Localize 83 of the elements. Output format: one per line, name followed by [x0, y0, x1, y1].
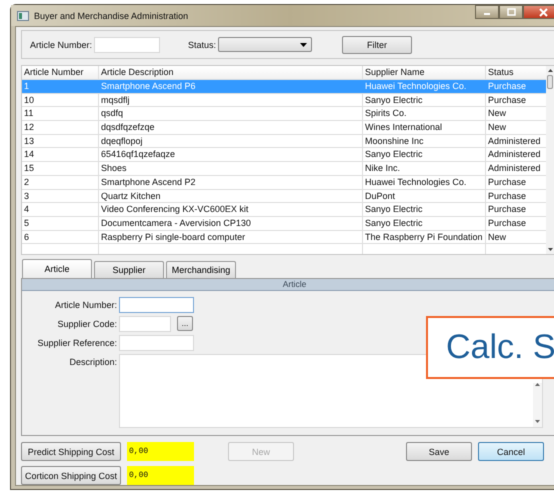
table-cell-text: Purchase	[487, 80, 528, 93]
browse-button[interactable]: ...	[177, 316, 193, 331]
table-cell: 2	[22, 176, 99, 188]
table-cell-text: New	[487, 107, 508, 120]
table-cell: Sanyo Electric	[363, 203, 486, 216]
table-row[interactable]: 3 Quartz Kitchen DuPont Purchase	[22, 190, 546, 204]
table-cell: Video Conferencing KX-VC600EX kit	[99, 203, 363, 216]
table-cell-text: Purchase	[487, 176, 528, 188]
table-row[interactable]: 14 65416qf1qzefaqze Sanyo Electric Administered	[22, 148, 546, 162]
table-row[interactable]: 11 qsdfq Spirits Co. New	[22, 107, 546, 122]
table-cell: Raspberry Pi single-board computer	[99, 230, 363, 244]
field-label: Article Number:	[30, 40, 92, 50]
table-cell: 13	[22, 134, 99, 148]
table-cell: Sanyo Electric	[363, 148, 486, 162]
column-header[interactable]: Article Number	[22, 66, 99, 79]
tab[interactable]: Merchandising	[166, 261, 236, 278]
table-cell: 6	[22, 230, 99, 244]
table-cell: 15	[22, 162, 99, 175]
table-cell: Nike Inc.	[363, 162, 486, 175]
table-cell: Wines International	[363, 121, 486, 134]
table-cell: DuPont	[363, 190, 486, 202]
table-cell: The Raspberry Pi Foundation	[363, 230, 486, 244]
table-cell-text: Administered	[487, 134, 542, 148]
action-button[interactable]: Save	[406, 442, 472, 461]
table-cell-text: Administered	[487, 148, 542, 162]
table-cell-text: New	[487, 121, 508, 134]
table-row[interactable]: 12 dqsdfqzefzqe Wines International New	[22, 121, 546, 135]
table-cell-text: Purchase	[487, 94, 528, 106]
cost-value-field: 0,00	[127, 442, 194, 461]
table-cell-text: Purchase	[487, 203, 528, 216]
table-cell: Sanyo Electric	[363, 94, 486, 106]
table-cell: 1	[22, 80, 99, 93]
table-cell-text: Administered	[487, 162, 542, 175]
table-cell: 12	[22, 121, 99, 134]
table-cell: 4	[22, 203, 99, 216]
table-cell: Documentcamera - Avervision CP130	[99, 216, 363, 230]
tab[interactable]: Article	[22, 259, 92, 278]
table-cell: Huawei Technologies Co.	[363, 80, 486, 93]
table-cell: Moonshine Inc	[363, 134, 486, 148]
table-cell: 5	[22, 216, 99, 230]
table-cell: Shoes	[99, 162, 363, 175]
field-label: Supplier Reference:	[36, 337, 118, 350]
table-cell: 11	[22, 107, 99, 120]
table-cell: Huawei Technologies Co.	[363, 176, 486, 188]
shipping-cost-button[interactable]: Corticon Shipping Cost	[21, 466, 121, 485]
table-row[interactable]: 10 mqsdflj Sanyo Electric Purchase	[22, 94, 546, 108]
table-cell: dqeqflopoj	[99, 134, 363, 148]
table-row[interactable]: 5 Documentcamera - Avervision CP130 Sanyo Electric Purchase	[22, 216, 546, 231]
field-label: Article Number:	[54, 299, 118, 312]
panel-header: Article	[22, 279, 554, 291]
table-cell: qsdfq	[99, 107, 363, 120]
table-cell-text: Purchase	[487, 216, 528, 230]
table-cell: 3	[22, 190, 99, 202]
table-row[interactable]: 15 Shoes Nike Inc. Administered	[22, 162, 546, 176]
table-cell: mqsdflj	[99, 94, 363, 106]
filter-button[interactable]: Filter	[342, 36, 412, 54]
table-cell: Quartz Kitchen	[99, 190, 363, 202]
table-cell: 14	[22, 148, 99, 162]
table-cell: Smartphone Ascend P2	[99, 176, 363, 188]
table-cell-text: Purchase	[487, 190, 528, 202]
table-cell: Spirits Co.	[363, 107, 486, 120]
shipping-cost-button[interactable]: Predict Shipping Cost	[21, 442, 121, 461]
table-cell-text: New	[487, 230, 508, 244]
window-title: Buyer and Merchandise Administration	[34, 10, 188, 20]
table-cell: Sanyo Electric	[363, 216, 486, 230]
column-header[interactable]: Status	[486, 66, 546, 79]
column-header[interactable]: Article Description	[99, 66, 363, 79]
callout-text: Calc. S	[446, 328, 554, 367]
table-cell: 65416qf1qzefaqze	[99, 148, 363, 162]
action-button[interactable]: Cancel	[478, 442, 544, 461]
table-cell: 10	[22, 94, 99, 106]
field-label: Description:	[68, 356, 118, 369]
tab[interactable]: Supplier	[94, 261, 164, 278]
column-header[interactable]: Supplier Name	[363, 66, 486, 79]
table-row[interactable]: 2 Smartphone Ascend P2 Huawei Technologies Co. Purchase	[22, 176, 546, 190]
table-row[interactable]: 4 Video Conferencing KX-VC600EX kit Sanyo Electric Purchase	[22, 203, 546, 217]
table-row[interactable]: 13 dqeqflopoj Moonshine Inc Administered	[22, 134, 546, 148]
table-cell: dqsdfqzefzqe	[99, 121, 363, 134]
table-row[interactable]: 6 Raspberry Pi single-board computer The Raspberry Pi Foundation New	[22, 230, 546, 244]
field-label: Supplier Code:	[56, 318, 118, 331]
field-label: Status:	[188, 40, 216, 50]
cost-value-field: 0,00	[127, 466, 194, 485]
table-cell: Smartphone Ascend P6	[99, 80, 363, 93]
